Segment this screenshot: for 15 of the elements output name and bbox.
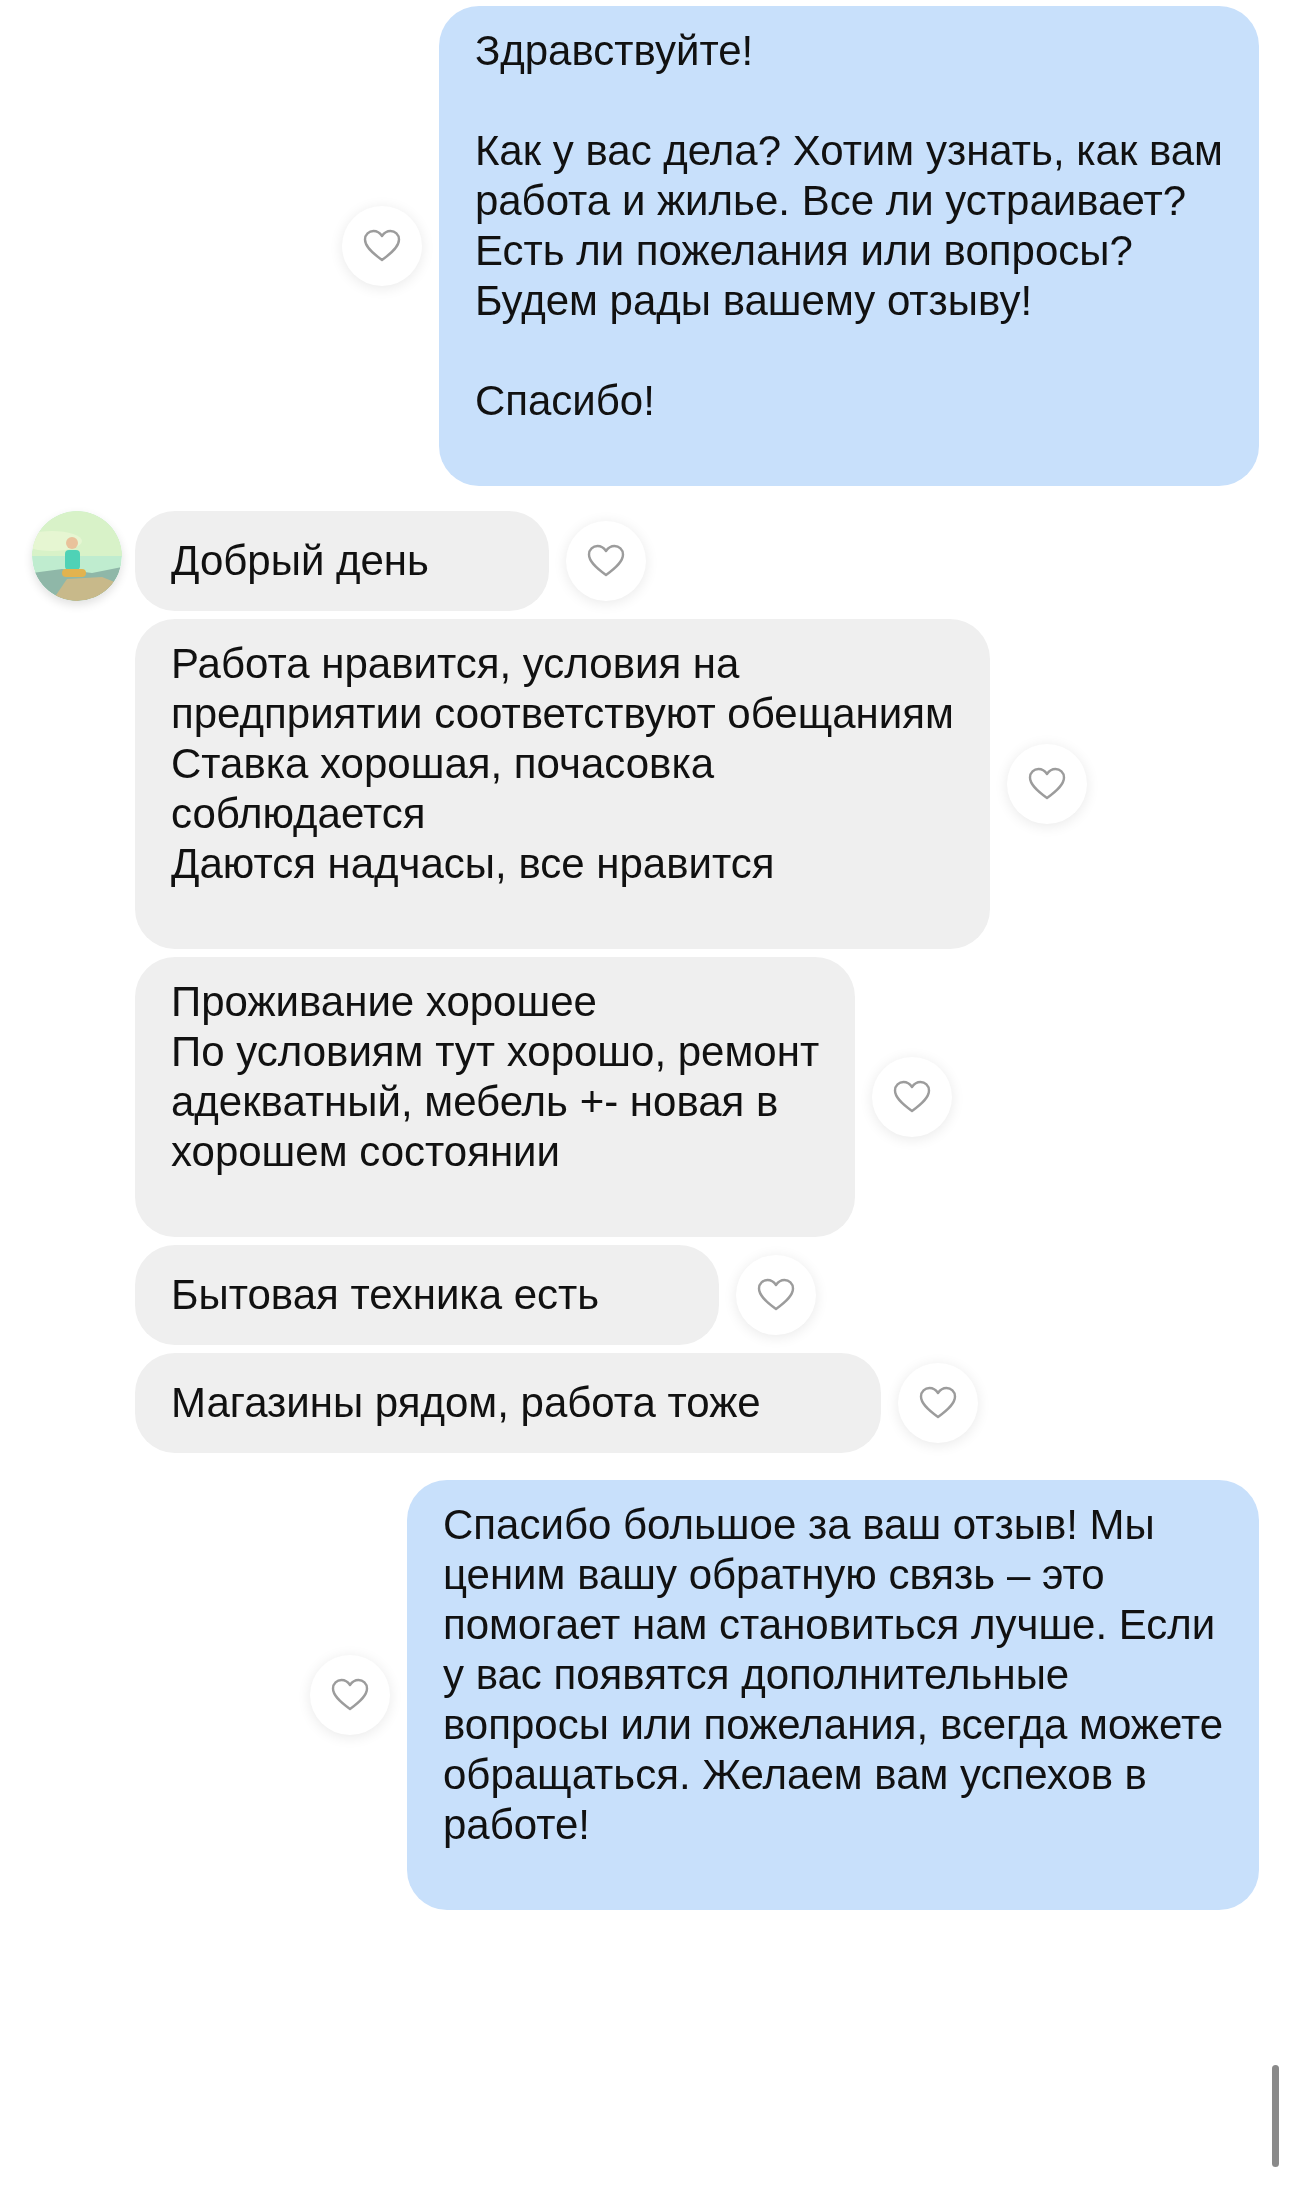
heart-icon bbox=[918, 1386, 957, 1420]
heart-icon bbox=[757, 1278, 796, 1312]
scrollbar[interactable] bbox=[1272, 2065, 1279, 2167]
message-bubble: Добрый день bbox=[135, 511, 549, 611]
heart-icon bbox=[586, 544, 625, 578]
message-bubble: Проживание хорошее По условиям тут хорошо, ремонт адекватный, мебель +- новая в хорошем состоянии bbox=[135, 957, 856, 1237]
heart-icon bbox=[893, 1080, 932, 1114]
heart-icon bbox=[362, 229, 401, 263]
message-bubble: Бытовая техника есть bbox=[135, 1245, 720, 1345]
message-bubble: Работа нравится, условия на предприятии соответствуют обещаниям Ставка хорошая, почасовка соблюдается Даются надчасы, все нравится bbox=[135, 619, 990, 949]
heart-icon bbox=[1027, 767, 1066, 801]
message-bubble: Спасибо большое за ваш отзыв! Мы ценим вашу обратную связь – это помогает нам становиться лучше. Если у вас появятся дополнительные вопросы или пожелания, всегда можете обращаться. Желаем вам успехов в работе! bbox=[407, 1480, 1259, 1910]
heart-icon bbox=[331, 1678, 369, 1712]
message-bubble: Магазины рядом, работа тоже bbox=[135, 1353, 881, 1453]
message-bubble: Здравствуйте! Как у вас дела? Хотим узнать, как вам работа и жилье. Все ли устраивает? Есть ли пожелания или вопросы? Будем рады вашему отзыву! Спасибо! bbox=[438, 6, 1259, 486]
